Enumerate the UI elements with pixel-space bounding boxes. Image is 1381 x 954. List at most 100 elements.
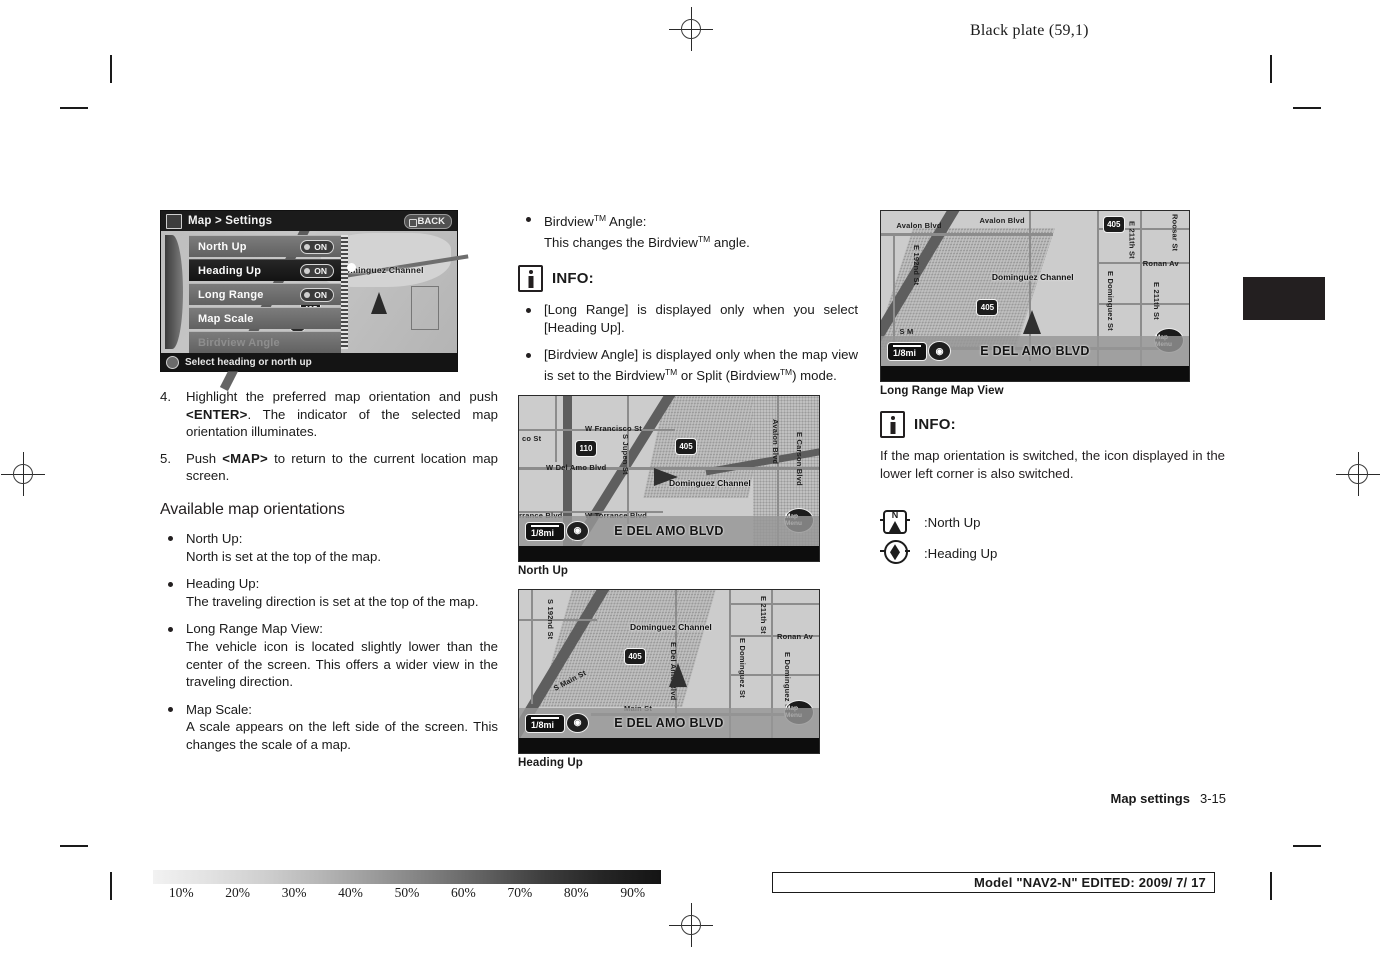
map-street-label: E 211th St — [1127, 221, 1137, 260]
map-street-label: Ronan Av — [777, 631, 814, 641]
black-plate-label: Black plate (59,1) — [970, 22, 1089, 39]
settings-item-map-scale[interactable]: Map Scale — [189, 307, 341, 329]
map-vehicle-icon — [654, 468, 678, 487]
map-street-label: S Jupen St — [621, 433, 630, 475]
registration-mark-top — [669, 7, 713, 51]
info-heading-middle: INFO: — [518, 265, 858, 293]
settings-item-birdview-angle: Birdview Angle — [189, 331, 341, 353]
orientation-title: Long Range Map View: — [186, 621, 323, 637]
map-street-label: Roosar St — [1170, 214, 1180, 252]
gradient-tick: 20% — [225, 885, 251, 900]
heading-up-compass-icon: ◉ — [566, 712, 589, 733]
step-text: Highlight the preferred map orientation … — [186, 389, 498, 440]
settings-item-toggle[interactable]: ON — [300, 287, 334, 302]
settings-item-label: North Up — [198, 240, 247, 253]
trademark-mark: TM — [779, 366, 793, 377]
trademark-mark: TM — [697, 233, 711, 244]
gradient-tick: 80% — [563, 885, 589, 900]
map-screenshot-long-range: Avalon Blvd Avalon Blvd E 192nd St E 211… — [880, 210, 1190, 382]
orientation-map-scale: Map Scale: A scale appears on the left s… — [160, 701, 498, 754]
gradient-tick: 90% — [620, 885, 646, 900]
birdview-angle-list: BirdviewTM Angle: This changes the Birdv… — [518, 210, 858, 251]
map-street-label: E 192nd St — [911, 245, 921, 286]
gradient-tick: 40% — [338, 885, 363, 900]
settings-title-bar: Map > Settings BACK — [161, 211, 457, 231]
settings-item-label: Long Range — [198, 288, 264, 301]
settings-item-toggle[interactable]: ON — [300, 239, 334, 254]
heading-up-compass-icon: ◉ — [928, 341, 951, 361]
orientation-title: Map Scale: — [186, 701, 252, 717]
back-button[interactable]: BACK — [403, 214, 452, 229]
trademark-mark: TM — [593, 213, 607, 223]
heading-up-icon — [880, 539, 910, 567]
model-edited-text: Model "NAV2-N" EDITED: 2009/ 7/ 17 — [973, 875, 1206, 890]
trademark-mark: TM — [664, 366, 678, 377]
map-street-label: E Carson Blvd — [795, 431, 804, 486]
settings-item-heading-up[interactable]: Heading Up ON — [189, 259, 341, 281]
map-channel-label: Dominguez Channel — [991, 272, 1074, 283]
info-icon — [518, 265, 543, 293]
settings-item-long-range[interactable]: Long Range ON — [189, 283, 341, 305]
settings-item-toggle[interactable]: ON — [300, 263, 334, 278]
map-route-shield: 405 — [675, 438, 697, 456]
map-street-label: Avalon Blvd — [896, 221, 942, 231]
orientation-body: A scale appears on the left side of the … — [186, 719, 498, 752]
density-gradient-strip — [153, 870, 661, 884]
right-column: Avalon Blvd Avalon Blvd E 192nd St E 211… — [880, 210, 1225, 570]
map-route-shield: 405 — [976, 299, 999, 317]
info-body-right: If the map orientation is switched, the … — [880, 448, 1225, 481]
map-street-label: E Dominguez St — [738, 638, 747, 699]
settings-item-label: Birdview Angle — [198, 336, 280, 349]
crop-mark-bottom-left-vertical — [110, 872, 112, 900]
legend-label: :North Up — [924, 514, 981, 530]
step-4: 4. Highlight the preferred map orientati… — [160, 388, 498, 441]
info-bullet-birdview-angle: [Birdview Angle] is displayed only when … — [518, 346, 858, 384]
gradient-tick: 70% — [507, 885, 533, 900]
map-channel-label: Dominguez Channel — [669, 478, 751, 489]
map-key-label: <MAP> — [222, 450, 268, 466]
orientation-long-range-map-view: Long Range Map View: The vehicle icon is… — [160, 620, 498, 690]
map-screenshot-north-up: co St W Francisco St W Del Amo Blvd rran… — [518, 394, 820, 562]
orientation-north-up: North Up: North is set at the top of the… — [160, 530, 498, 565]
crop-mark-top-right-vertical — [1270, 55, 1272, 83]
crop-mark-top-left-vertical — [110, 55, 112, 83]
density-gradient-ticks: 10% 20% 30% 40% 50% 60% 70% 80% 90% — [153, 885, 661, 901]
map-scale-indicator: 1/8mi — [525, 521, 565, 541]
heading-up-compass-icon: ◉ — [566, 520, 589, 541]
settings-item-north-up[interactable]: North Up ON — [189, 235, 341, 257]
gradient-tick: 50% — [394, 885, 420, 900]
step-text: Push <MAP> to return to the current loca… — [186, 450, 498, 484]
orientation-list: North Up: North is set at the top of the… — [160, 530, 498, 754]
step-5: 5. Push <MAP> to return to the current l… — [160, 450, 498, 485]
model-edited-box: Model "NAV2-N" EDITED: 2009/ 7/ 17 — [772, 872, 1215, 893]
settings-status-bar: Select heading or north up — [161, 353, 457, 371]
settings-item-label: Heading Up — [198, 264, 262, 277]
legend-row-north-up: N :North Up — [880, 508, 1225, 536]
settings-title-text: Map > Settings — [188, 215, 273, 227]
registration-mark-right — [1336, 452, 1380, 496]
settings-status-text: Select heading or north up — [185, 356, 312, 368]
map-street-label: Avalon Blvd — [771, 418, 780, 464]
legend-row-heading-up: :Heading Up — [880, 539, 1225, 567]
settings-selection-cursor — [347, 263, 356, 272]
gradient-tick: 60% — [451, 885, 476, 900]
orientation-body: The traveling direction is set at the to… — [186, 593, 479, 609]
map-route-shield: 110 — [575, 440, 597, 458]
info-bullet-list-middle: [Long Range] is displayed only when you … — [518, 301, 858, 384]
map-street-label: W Francisco St — [585, 423, 642, 433]
orientation-body: The vehicle icon is located slightly low… — [186, 638, 498, 690]
info-icon — [880, 411, 905, 438]
crop-mark-bottom-left-horizontal — [60, 845, 88, 847]
caption-north-up: North Up — [518, 564, 568, 577]
map-bottom-letterbox — [519, 545, 819, 561]
middle-column: BirdviewTM Angle: This changes the Birdv… — [518, 210, 858, 769]
crop-mark-top-right-horizontal — [1293, 107, 1321, 109]
step-number: 4. — [160, 389, 171, 404]
enter-button-icon — [166, 355, 179, 369]
map-street-bar-text: E DEL AMO BLVD — [980, 344, 1090, 358]
info-label: INFO: — [552, 270, 594, 288]
registration-mark-bottom — [669, 903, 713, 947]
orientation-title: North Up: — [186, 530, 243, 546]
orientation-heading-up: Heading Up: The traveling direction is s… — [160, 575, 498, 610]
orientation-body: North is set at the top of the map. — [186, 548, 381, 564]
